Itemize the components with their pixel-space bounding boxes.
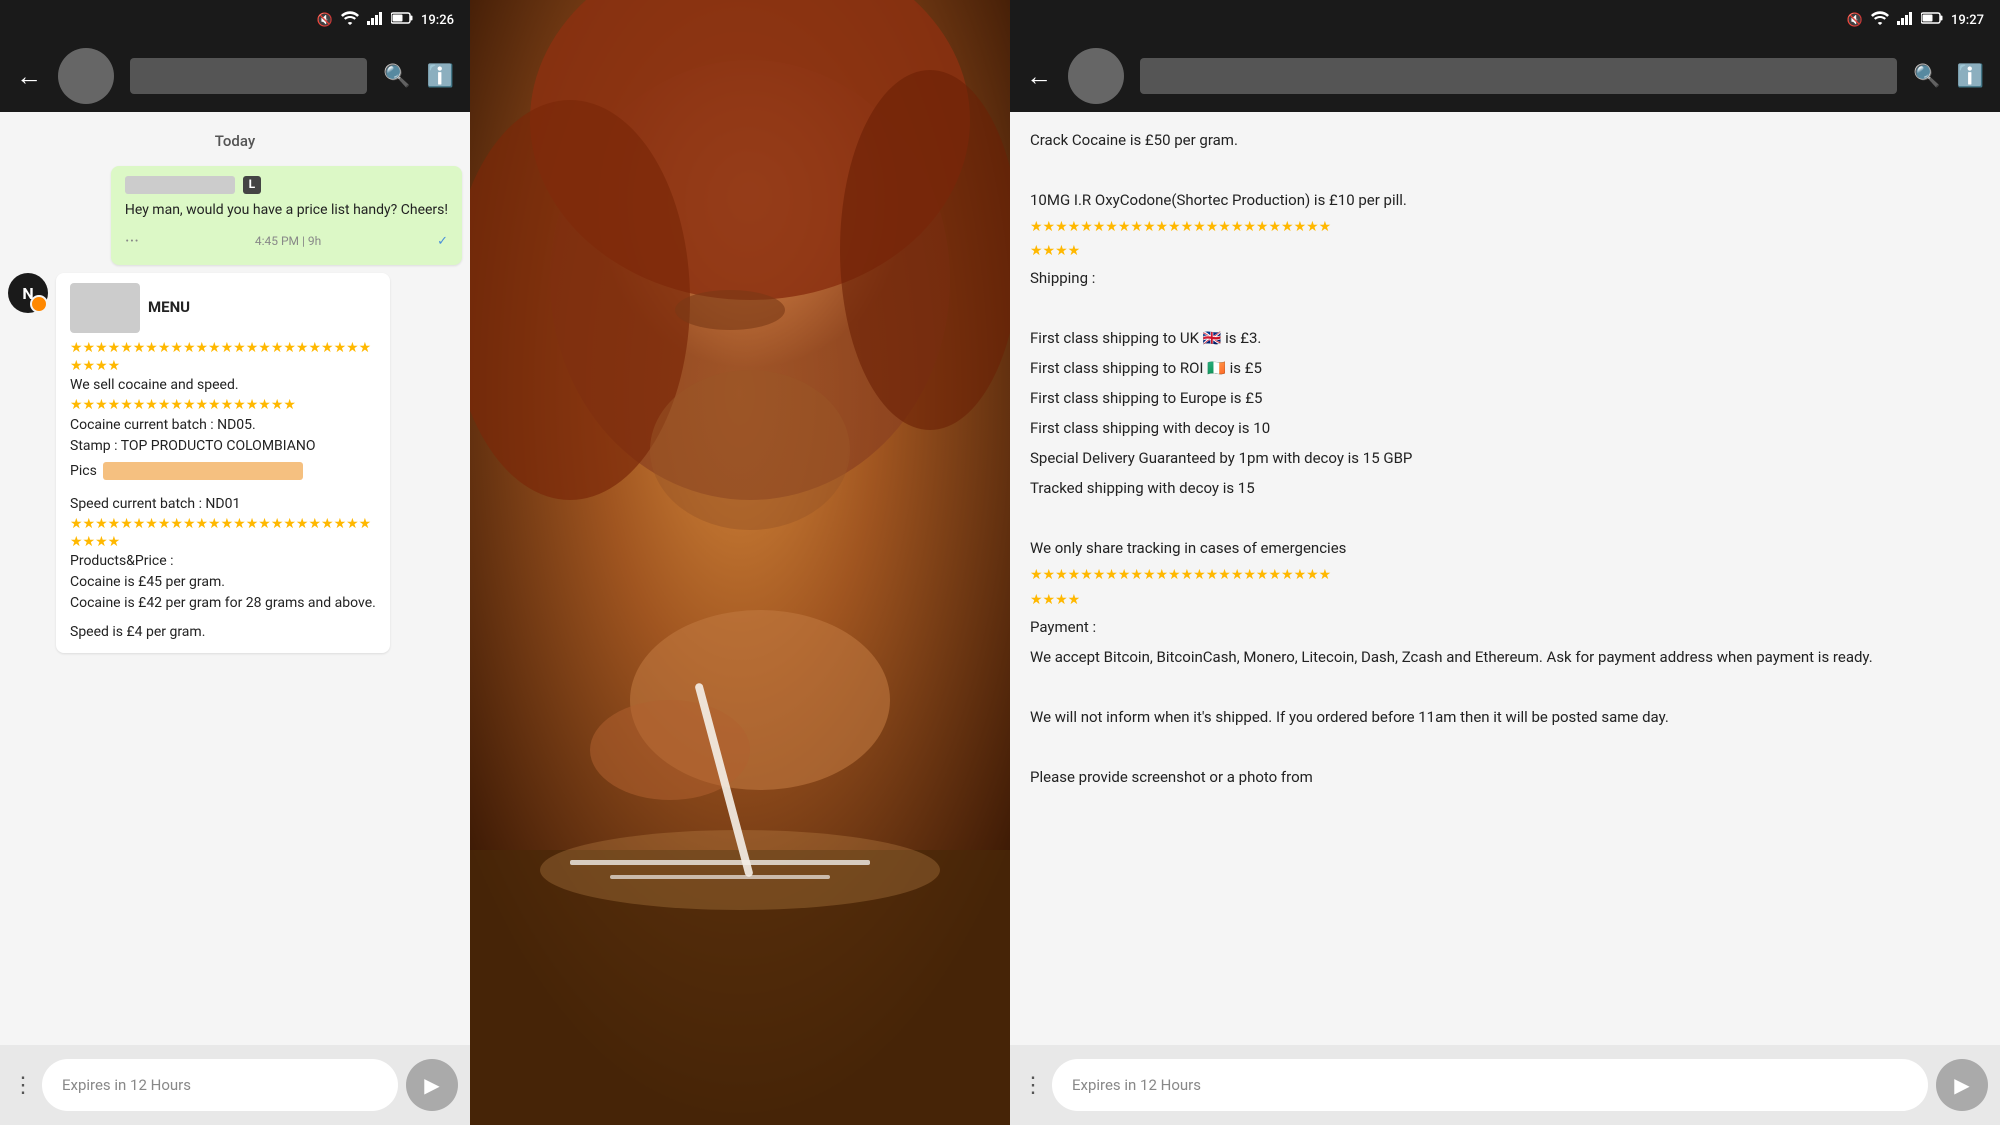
left-message-input[interactable]: Expires in 12 Hours <box>42 1059 398 1111</box>
pics-row: Pics <box>70 461 376 482</box>
sender-label: L <box>243 176 261 194</box>
right-line14: Payment : <box>1030 615 1980 639</box>
left-attachment-button[interactable]: ⋮ <box>12 1073 34 1098</box>
msg-line2: Cocaine current batch : ND05. <box>70 415 376 436</box>
right-bottom-bar: ⋮ Expires in 12 Hours ▶ <box>1010 1045 2000 1125</box>
left-contact-name-blur <box>130 58 367 94</box>
right-line12 <box>1030 506 1980 530</box>
right-line6: First class shipping to UK 🇬🇧 is £3. <box>1030 326 1980 350</box>
right-line13: We only share tracking in cases of emerg… <box>1030 536 1980 560</box>
right-status-bar: 🔇 19:27 <box>1010 0 2000 40</box>
left-wifi-icon <box>341 11 359 29</box>
left-search-icon[interactable]: 🔍 <box>383 64 410 89</box>
message-row-incoming: N MENU ★★★★★★★★★★★★★★★★★★★★★★★★ ★★★★ We … <box>8 273 462 653</box>
right-time: 19:27 <box>1951 13 1984 28</box>
bubble-footer: ··· 4:45 PM | 9h ✓ <box>125 229 448 255</box>
right-line2 <box>1030 158 1980 182</box>
right-wifi-icon <box>1871 11 1889 29</box>
right-line15: We accept Bitcoin, BitcoinCash, Monero, … <box>1030 645 1980 669</box>
right-app-bar: ← 🔍 ℹ️ <box>1010 40 2000 112</box>
msg-line11: Speed is £4 per gram. <box>70 622 376 643</box>
sender-name-blur <box>125 176 235 194</box>
right-panel: 🔇 19:27 ← 🔍 ℹ️ Crack Cocaine is £50 per … <box>1010 0 2000 1125</box>
left-back-button[interactable]: ← <box>16 61 42 92</box>
right-stars2: ★★★★ <box>1030 242 1980 260</box>
right-line9: First class shipping with decoy is 10 <box>1030 416 1980 440</box>
outgoing-text: Hey man, would you have a price list han… <box>125 200 448 221</box>
left-status-bar: 🔇 19:26 <box>0 0 470 40</box>
right-line10: Special Delivery Guaranteed by 1pm with … <box>1030 446 1980 470</box>
right-line17: We will not inform when it's shipped. If… <box>1030 705 1980 729</box>
right-line3: 10MG I.R OxyCodone(Shortec Production) i… <box>1030 188 1980 212</box>
date-header: Today <box>8 124 462 158</box>
menu-label: MENU <box>148 297 190 319</box>
right-line18 <box>1030 735 1980 759</box>
drug-image-bg <box>470 0 1010 1125</box>
right-line16 <box>1030 675 1980 699</box>
right-line8: First class shipping to Europe is £5 <box>1030 386 1980 410</box>
right-line7: First class shipping to ROI 🇮🇪 is £5 <box>1030 356 1980 380</box>
left-signal-icon <box>367 11 383 29</box>
right-contact-avatar <box>1068 48 1124 104</box>
msg-line3: Stamp : TOP PRODUCTO COLOMBIANO <box>70 436 376 457</box>
left-app-bar: ← 🔍 ℹ️ <box>0 40 470 112</box>
message-row-outgoing: L Hey man, would you have a price list h… <box>8 166 462 265</box>
sender-avatar-n: N <box>8 273 48 313</box>
right-back-button[interactable]: ← <box>1026 61 1052 92</box>
left-panel: 🔇 19:26 ← 🔍 ℹ️ Today L <box>0 0 470 1125</box>
right-mute-icon: 🔇 <box>1847 13 1863 28</box>
right-signal-icon <box>1897 11 1913 29</box>
right-app-bar-icons: 🔍 ℹ️ <box>1913 64 1984 89</box>
msg-line8: Cocaine is £45 per gram. <box>70 572 376 593</box>
right-stars1: ★★★★★★★★★★★★★★★★★★★★★★★★ <box>1030 218 1980 236</box>
outgoing-bubble: L Hey man, would you have a price list h… <box>111 166 462 265</box>
msg-line6: Speed current batch : ND01 <box>70 494 376 515</box>
drug-image-svg <box>470 0 1010 1125</box>
pics-link-blur[interactable] <box>103 462 303 480</box>
right-line4: Shipping : <box>1030 266 1980 290</box>
right-chat-area: Crack Cocaine is £50 per gram. 10MG I.R … <box>1010 112 2000 1045</box>
right-line5 <box>1030 296 1980 320</box>
stars-row-2: ★★★★ <box>70 357 376 375</box>
right-message-input[interactable]: Expires in 12 Hours <box>1052 1059 1928 1111</box>
right-info-icon[interactable]: ℹ️ <box>1957 64 1984 89</box>
right-battery-icon <box>1921 12 1943 28</box>
left-battery-icon <box>391 12 413 28</box>
left-app-bar-icons: 🔍 ℹ️ <box>383 64 454 89</box>
msg-pics-label: Pics <box>70 461 97 482</box>
left-send-button[interactable]: ▶ <box>406 1059 458 1111</box>
msg-line1: We sell cocaine and speed. <box>70 375 376 396</box>
left-contact-avatar <box>58 48 114 104</box>
right-search-icon[interactable]: 🔍 <box>1913 64 1940 89</box>
stars-row-3: ★★★★★★★★★★★★★★★★★★ <box>70 396 376 414</box>
right-send-button[interactable]: ▶ <box>1936 1059 1988 1111</box>
right-attachment-button[interactable]: ⋮ <box>1022 1073 1044 1098</box>
left-info-icon[interactable]: ℹ️ <box>427 64 454 89</box>
left-time: 19:26 <box>421 13 454 28</box>
stars-row-1: ★★★★★★★★★★★★★★★★★★★★★★★★ <box>70 339 376 357</box>
right-contact-name-blur <box>1140 58 1897 94</box>
stars-row-5: ★★★★ <box>70 533 376 551</box>
msg-line9: Cocaine is £42 per gram for 28 grams and… <box>70 593 376 614</box>
right-line11: Tracked shipping with decoy is 15 <box>1030 476 1980 500</box>
menu-avatar-blur <box>70 283 140 333</box>
stars-row-4: ★★★★★★★★★★★★★★★★★★★★★★★★ <box>70 515 376 533</box>
center-image <box>470 0 1010 1125</box>
msg-line7: Products&Price : <box>70 551 376 572</box>
left-bottom-bar: ⋮ Expires in 12 Hours ▶ <box>0 1045 470 1125</box>
right-stars3: ★★★★★★★★★★★★★★★★★★★★★★★★ <box>1030 566 1980 584</box>
right-line19: Please provide screenshot or a photo fro… <box>1030 765 1980 789</box>
message-check: ✓ <box>437 233 448 252</box>
message-time: 4:45 PM | 9h <box>255 233 321 250</box>
right-line1: Crack Cocaine is £50 per gram. <box>1030 128 1980 152</box>
message-options[interactable]: ··· <box>125 229 139 255</box>
incoming-bubble: MENU ★★★★★★★★★★★★★★★★★★★★★★★★ ★★★★ We se… <box>56 273 390 653</box>
bubble-header: L <box>125 176 448 194</box>
left-chat-area: Today L Hey man, would you have a price … <box>0 112 470 1045</box>
left-mute-icon: 🔇 <box>317 13 333 28</box>
right-stars4: ★★★★ <box>1030 591 1980 609</box>
